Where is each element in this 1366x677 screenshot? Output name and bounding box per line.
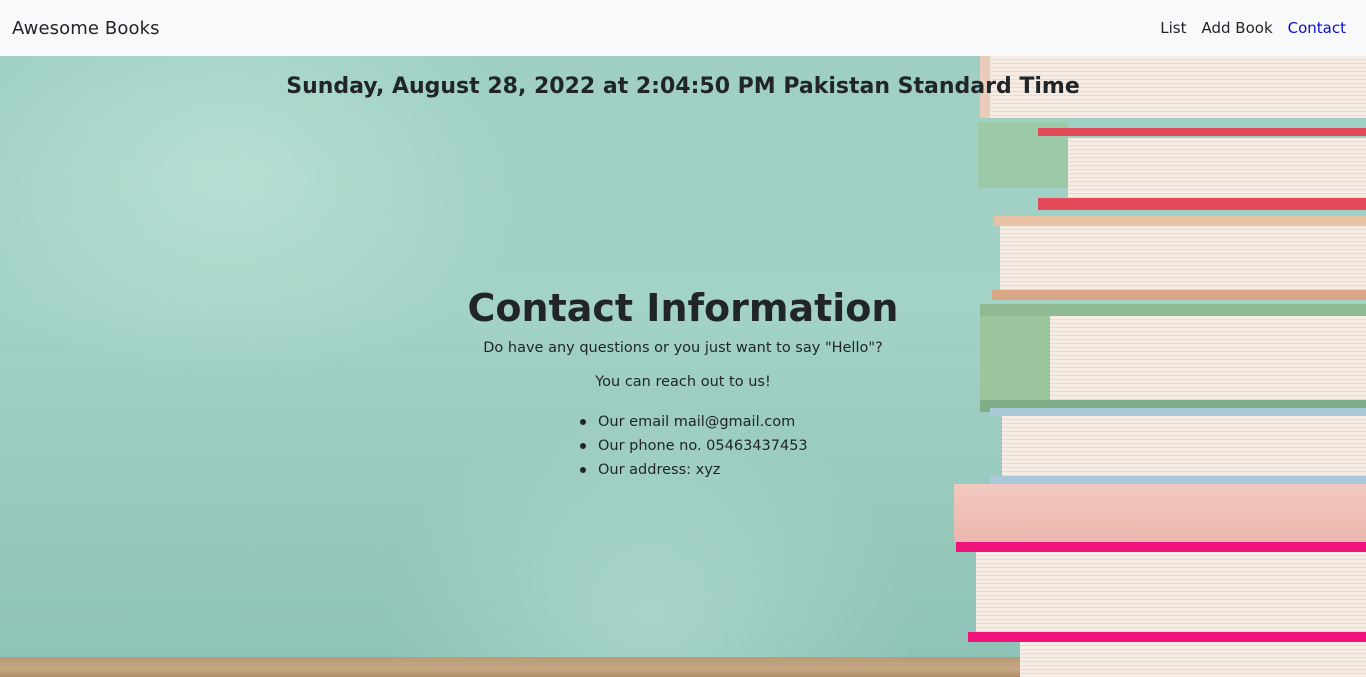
navbar: Awesome Books List Add Book Contact xyxy=(0,0,1366,56)
contact-list: Our email mail@gmail.com Our phone no. 0… xyxy=(580,410,983,482)
nav-link-add-book[interactable]: Add Book xyxy=(1202,19,1273,37)
bullet-icon xyxy=(580,467,586,473)
contact-reach-text: You can reach out to us! xyxy=(595,374,771,390)
contact-title: Contact Information xyxy=(467,286,899,330)
contact-email: Our email mail@gmail.com xyxy=(598,414,796,430)
contact-address: Our address: xyz xyxy=(598,462,721,478)
nav-link-contact[interactable]: Contact xyxy=(1288,19,1346,37)
contact-address-item: Our address: xyz xyxy=(580,458,983,482)
contact-phone-item: Our phone no. 05463437453 xyxy=(580,434,983,458)
current-datetime: Sunday, August 28, 2022 at 2:04:50 PM Pa… xyxy=(286,74,1080,99)
bullet-icon xyxy=(580,419,586,425)
nav-link-list[interactable]: List xyxy=(1160,19,1186,37)
contact-section: Contact Information Do have any question… xyxy=(383,286,983,482)
bullet-icon xyxy=(580,443,586,449)
brand-link[interactable]: Awesome Books xyxy=(12,18,160,39)
contact-phone: Our phone no. 05463437453 xyxy=(598,438,808,454)
contact-email-item: Our email mail@gmail.com xyxy=(580,410,983,434)
book-stack-image xyxy=(950,56,1366,677)
nav-links: List Add Book Contact xyxy=(1145,19,1354,37)
contact-question: Do have any questions or you just want t… xyxy=(483,340,883,356)
